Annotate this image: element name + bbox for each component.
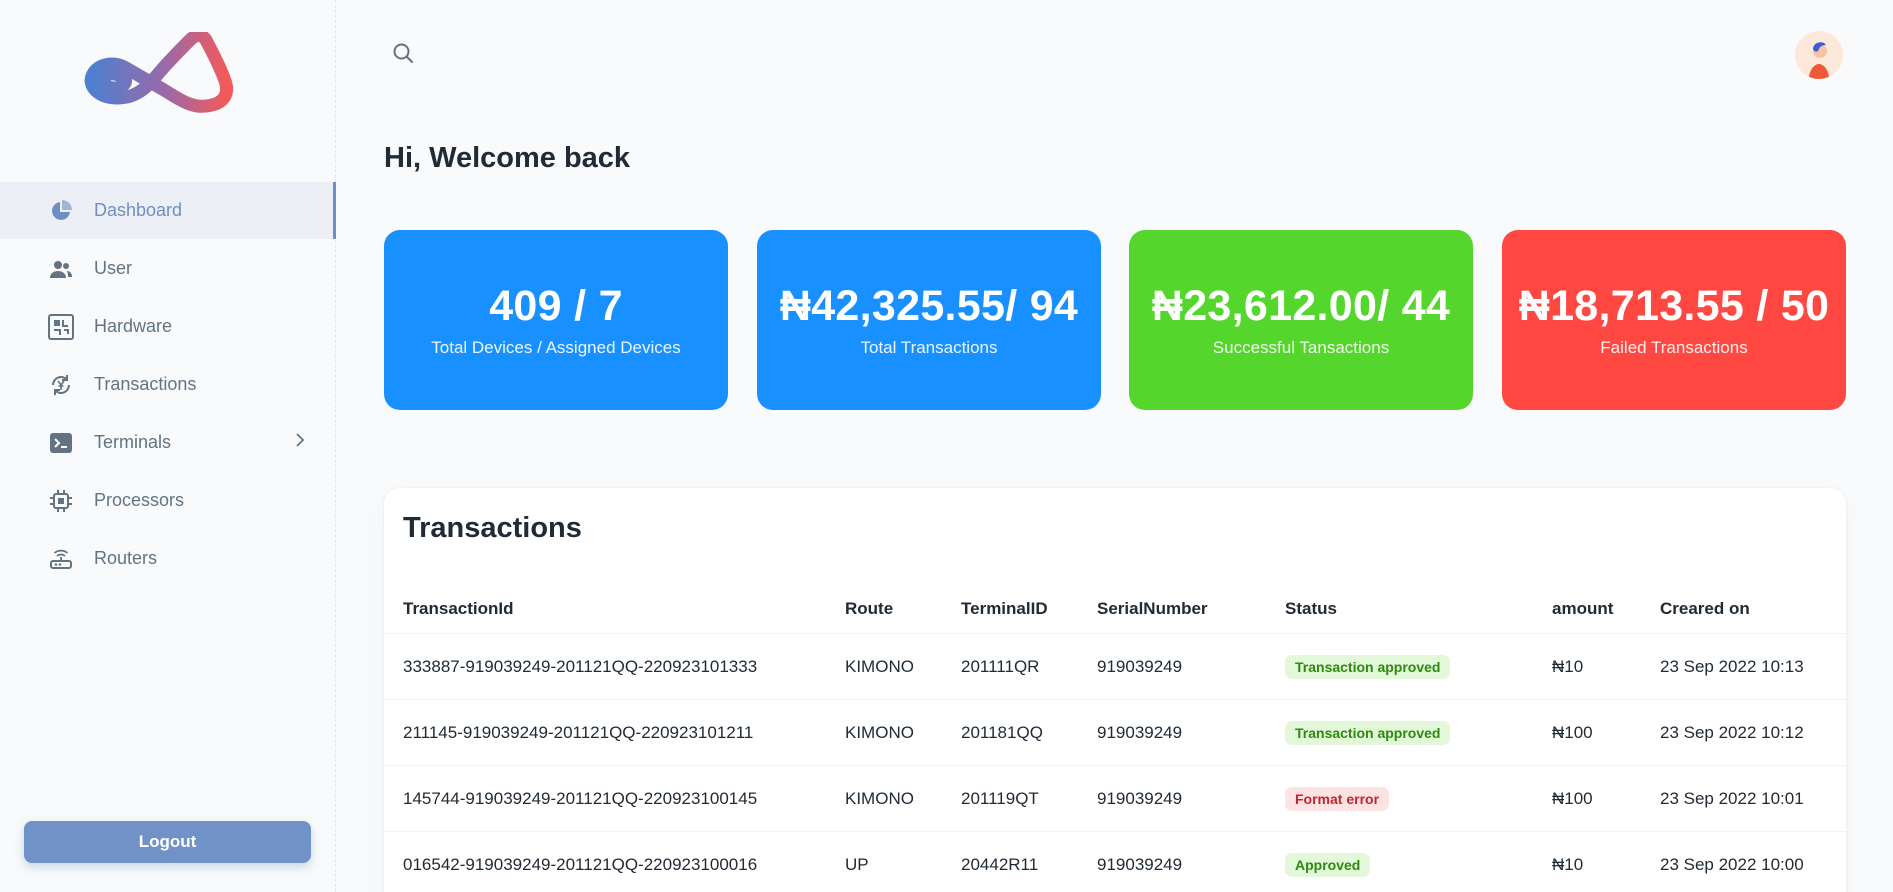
- sidebar-item-terminals[interactable]: Terminals: [0, 414, 336, 471]
- amount: ₦100: [1552, 788, 1593, 808]
- circuit-board-icon: [48, 313, 74, 340]
- status-cell: Format error: [1285, 766, 1390, 831]
- status-cell: Transaction approved: [1285, 700, 1451, 765]
- status-badge: Approved: [1285, 852, 1371, 877]
- table-row[interactable]: 145744-919039249-201121QQ-220923100145 K…: [384, 766, 1846, 832]
- sidebar-item-hardware[interactable]: Hardware: [0, 298, 336, 355]
- chevron-right-icon[interactable]: [294, 432, 306, 453]
- column-header[interactable]: amount: [1552, 584, 1613, 633]
- serial-number: 919039249: [1097, 722, 1183, 742]
- stat-card-successful-transactions: ₦23,612.00/ 44 Successful Tansactions: [1129, 230, 1473, 410]
- sidebar-item-label: Terminals: [94, 432, 172, 452]
- sidebar-item-transactions[interactable]: Transactions: [0, 356, 336, 413]
- terminal-id: 20442R11: [961, 854, 1039, 874]
- sidebar-item-label: Routers: [94, 548, 158, 568]
- sidebar-item-label: User: [94, 258, 133, 278]
- pie-chart-icon: [48, 198, 74, 224]
- route: KIMONO: [845, 722, 914, 742]
- created-on: 23 Sep 2022 10:00: [1660, 854, 1804, 874]
- stat-card-devices: 409 / 7 Total Devices / Assigned Devices: [384, 230, 728, 410]
- column-header[interactable]: Route: [845, 584, 893, 633]
- stat-label: Successful Tansactions: [1212, 338, 1390, 357]
- stat-card-total-transactions: ₦42,325.55/ 94 Total Transactions: [757, 230, 1101, 410]
- status-badge: Transaction approved: [1285, 720, 1451, 745]
- sidebar-item-user[interactable]: User: [0, 240, 336, 297]
- stat-value: ₦18,713.55 / 50: [1518, 282, 1830, 330]
- table-row[interactable]: 211145-919039249-201121QQ-220923101211 K…: [384, 700, 1846, 766]
- sidebar-item-label: Processors: [94, 490, 185, 510]
- stat-value: ₦42,325.55/ 94: [779, 282, 1079, 330]
- users-icon: [48, 256, 74, 282]
- transaction-id: 145744-919039249-201121QQ-220923100145: [403, 788, 758, 808]
- column-header[interactable]: SerialNumber: [1097, 584, 1208, 633]
- terminal-id: 201111QR: [961, 656, 1040, 676]
- transactions-title: Transactions: [403, 512, 582, 544]
- sidebar: Dashboard User Hardware Transactions Ter…: [0, 0, 336, 892]
- column-header[interactable]: TransactionId: [403, 584, 514, 633]
- serial-number: 919039249: [1097, 656, 1183, 676]
- serial-number: 919039249: [1097, 788, 1183, 808]
- amount: ₦10: [1552, 656, 1584, 676]
- stat-label: Total Devices / Assigned Devices: [431, 338, 681, 357]
- stat-value: ₦23,612.00/ 44: [1151, 282, 1451, 330]
- sidebar-item-label: Hardware: [94, 316, 173, 336]
- table-row[interactable]: 016542-919039249-201121QQ-220923100016 U…: [384, 832, 1846, 892]
- column-header[interactable]: TerminalID: [961, 584, 1048, 633]
- infinity-logo[interactable]: [84, 32, 236, 114]
- status-cell: Approved: [1285, 832, 1371, 892]
- amount: ₦100: [1552, 722, 1593, 742]
- serial-number: 919039249: [1097, 854, 1183, 874]
- stat-label: Failed Transactions: [1600, 338, 1748, 357]
- stat-card-failed-transactions: ₦18,713.55 / 50 Failed Transactions: [1502, 230, 1846, 410]
- terminal-id: 201119QT: [961, 788, 1039, 808]
- created-on: 23 Sep 2022 10:13: [1660, 656, 1804, 676]
- router-icon: [48, 546, 74, 572]
- route: KIMONO: [845, 788, 914, 808]
- sidebar-item-label: Dashboard: [94, 200, 183, 220]
- created-on: 23 Sep 2022 10:01: [1660, 788, 1804, 808]
- transactions-card: Transactions TransactionId Route Termina…: [384, 488, 1846, 892]
- sidebar-item-dashboard[interactable]: Dashboard: [0, 182, 336, 239]
- status-cell: Transaction approved: [1285, 634, 1451, 699]
- amount: ₦10: [1552, 854, 1584, 874]
- table-row[interactable]: 333887-919039249-201121QQ-220923101333 K…: [384, 634, 1846, 700]
- logout-button[interactable]: Logout: [24, 821, 311, 863]
- sidebar-item-label: Transactions: [94, 374, 197, 394]
- status-badge: Transaction approved: [1285, 654, 1451, 679]
- terminal-icon: [48, 430, 74, 456]
- cpu-icon: [48, 488, 74, 514]
- sidebar-item-processors[interactable]: Processors: [0, 472, 336, 529]
- terminal-id: 201181QQ: [961, 722, 1043, 742]
- search-icon[interactable]: [392, 42, 414, 68]
- status-badge: Format error: [1285, 786, 1390, 811]
- route: KIMONO: [845, 656, 914, 676]
- created-on: 23 Sep 2022 10:12: [1660, 722, 1804, 742]
- sidebar-nav: Dashboard User Hardware Transactions Ter…: [0, 182, 336, 588]
- table-header: TransactionId Route TerminalID SerialNum…: [384, 584, 1846, 634]
- stat-label: Total Transactions: [860, 338, 998, 357]
- transaction-id: 016542-919039249-201121QQ-220923100016: [403, 854, 758, 874]
- column-header[interactable]: Creared on: [1660, 584, 1750, 633]
- column-header[interactable]: Status: [1285, 584, 1337, 633]
- currency-cycle-icon: [48, 372, 74, 398]
- page-title: Hi, Welcome back: [384, 142, 631, 174]
- sidebar-item-routers[interactable]: Routers: [0, 530, 336, 587]
- transaction-id: 333887-919039249-201121QQ-220923101333: [403, 656, 758, 676]
- avatar[interactable]: [1795, 31, 1843, 79]
- stat-value: 409 / 7: [489, 282, 623, 330]
- route: UP: [845, 854, 869, 874]
- transaction-id: 211145-919039249-201121QQ-220923101211: [403, 722, 754, 742]
